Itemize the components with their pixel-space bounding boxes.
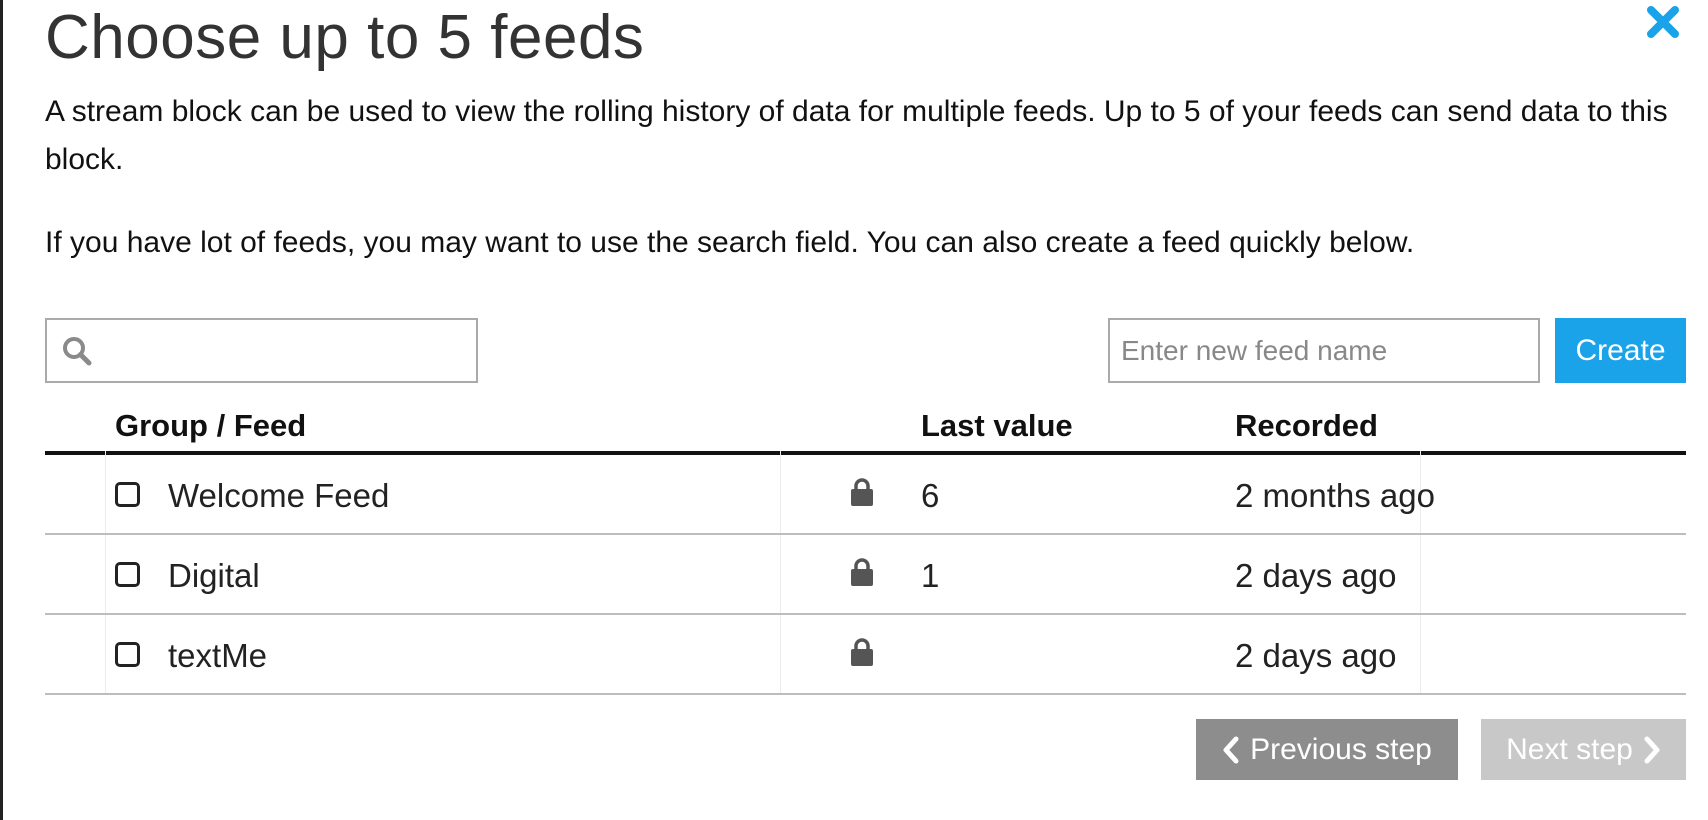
column-header-group-feed: Group / Feed [115,408,307,443]
lock-icon [851,638,873,666]
chevron-right-icon [1644,736,1660,763]
modal-title: Choose up to 5 feeds [45,3,645,72]
feed-checkbox[interactable] [115,562,140,587]
column-header-recorded: Recorded [1235,408,1378,443]
window-edge [0,0,3,820]
feed-last-value: 6 [921,477,940,514]
table-row: Digital 1 2 days ago [45,535,1686,615]
close-icon[interactable] [1645,4,1681,40]
create-button[interactable]: Create [1555,318,1686,383]
feed-name: Welcome Feed [168,477,390,514]
feed-checkbox[interactable] [115,482,140,507]
next-step-label: Next step [1506,732,1633,766]
modal-description: A stream block can be used to view the r… [45,95,1668,176]
search-input[interactable] [103,328,463,373]
feed-recorded: 2 months ago [1235,477,1435,514]
new-feed-field[interactable] [1108,318,1540,383]
modal-hint: If you have lot of feeds, you may want t… [45,226,1415,259]
table-row: Welcome Feed 6 2 months ago [45,455,1686,535]
feed-recorded: 2 days ago [1235,557,1397,594]
search-field[interactable] [45,318,478,383]
new-feed-name-input[interactable] [1110,320,1538,381]
search-icon [63,337,92,366]
feed-name: Digital [168,557,260,594]
chevron-left-icon [1223,736,1239,763]
feed-name: textMe [168,637,268,674]
feed-last-value: 1 [921,557,940,594]
table-row: textMe 2 days ago [45,615,1686,695]
next-step-button[interactable]: Next step [1481,719,1686,780]
previous-step-label: Previous step [1250,732,1432,766]
feed-recorded: 2 days ago [1235,637,1397,674]
lock-icon [851,478,873,506]
column-header-last-value: Last value [921,408,1073,443]
feed-checkbox[interactable] [115,642,140,667]
previous-step-button[interactable]: Previous step [1196,719,1458,780]
choose-feeds-modal: Choose up to 5 feeds A stream block can … [0,0,1708,820]
lock-icon [851,558,873,586]
